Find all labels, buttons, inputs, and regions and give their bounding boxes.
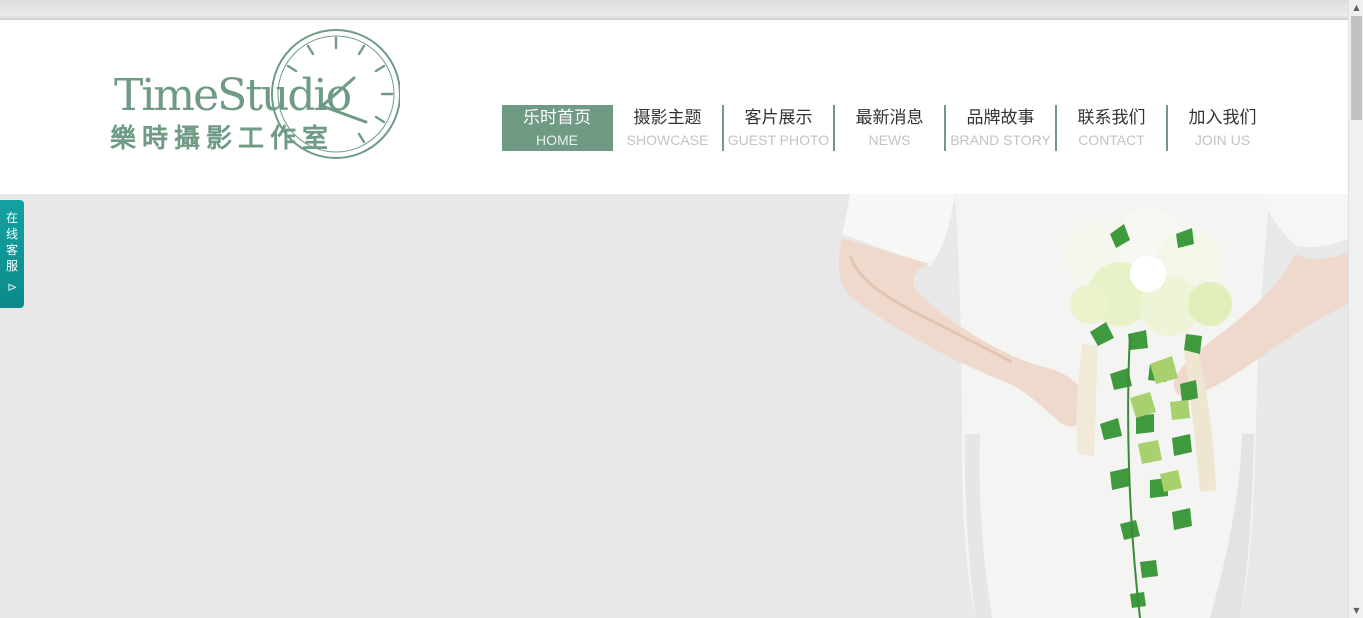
browser-viewport: TimeStudio 樂時攝影工作室 乐时首页 HOME 摄影主题 SHOWCA…: [0, 0, 1363, 618]
nav-item-home[interactable]: 乐时首页 HOME: [502, 105, 612, 151]
scroll-down-arrow-icon[interactable]: ▼: [1349, 603, 1363, 618]
nav-label-zh: 摄影主题: [633, 108, 702, 128]
chevron-right-icon: ⊳: [6, 280, 18, 294]
nav-label-en: HOME: [536, 132, 578, 148]
logo-wordmark: TimeStudio: [114, 70, 352, 121]
vertical-scrollbar[interactable]: ▲ ▼: [1348, 0, 1363, 618]
hero-banner[interactable]: [0, 194, 1348, 618]
nav-label-en: JOIN US: [1194, 132, 1251, 148]
nav-label-en: BRAND STORY: [950, 132, 1051, 148]
nav-label-zh: 加入我们: [1188, 108, 1257, 128]
online-service-tab[interactable]: 在线客服 ⊳: [0, 200, 24, 308]
main-nav: 乐时首页 HOME 摄影主题 SHOWCASE 客片展示 GUEST PHOTO…: [502, 105, 1278, 151]
logo-cjk-name: 樂時攝影工作室: [110, 124, 335, 154]
nav-label-en: NEWS: [868, 132, 911, 148]
nav-item-join-us[interactable]: 加入我们 JOIN US: [1166, 105, 1278, 151]
nav-item-brand-story[interactable]: 品牌故事 BRAND STORY: [944, 105, 1056, 151]
nav-item-news[interactable]: 最新消息 NEWS: [833, 105, 945, 151]
nav-label-zh: 最新消息: [855, 108, 924, 128]
nav-label-zh: 客片展示: [744, 108, 813, 128]
site-header: TimeStudio 樂時攝影工作室 乐时首页 HOME 摄影主题 SHOWCA…: [0, 20, 1348, 194]
nav-item-guest-photo[interactable]: 客片展示 GUEST PHOTO: [722, 105, 834, 151]
nav-item-showcase[interactable]: 摄影主题 SHOWCASE: [611, 105, 723, 151]
nav-label-en: CONTACT: [1078, 132, 1145, 148]
nav-item-contact[interactable]: 联系我们 CONTACT: [1055, 105, 1167, 151]
scroll-up-arrow-icon[interactable]: ▲: [1349, 0, 1363, 15]
scrollbar-thumb[interactable]: [1351, 16, 1362, 120]
nav-label-en: SHOWCASE: [626, 132, 709, 148]
online-service-label: 在线客服: [6, 211, 19, 273]
nav-label-zh: 联系我们: [1077, 108, 1146, 128]
site-logo[interactable]: TimeStudio 樂時攝影工作室: [108, 26, 404, 162]
nav-label-en: GUEST PHOTO: [727, 132, 830, 148]
nav-label-zh: 乐时首页: [523, 108, 591, 128]
nav-label-zh: 品牌故事: [966, 108, 1035, 128]
bride-with-bouquet-photo: [838, 194, 1348, 618]
top-strip: [0, 0, 1348, 20]
